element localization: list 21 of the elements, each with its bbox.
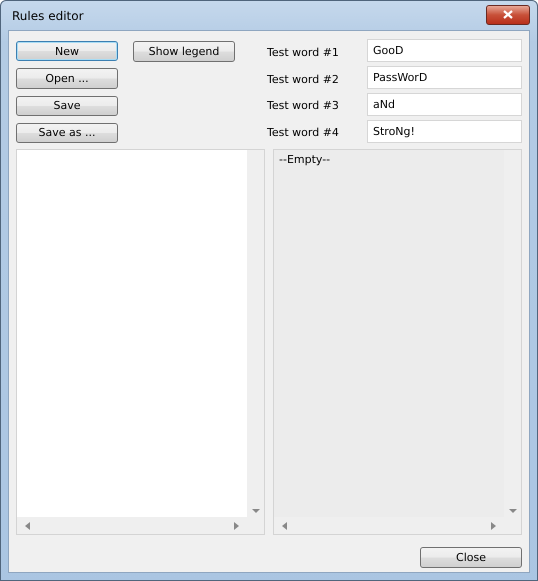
close-window-button[interactable] xyxy=(486,4,530,24)
show-legend-button[interactable]: Show legend xyxy=(133,41,235,62)
action-button[interactable]: Open ... xyxy=(16,68,118,88)
scroll-left-icon[interactable] xyxy=(25,522,30,530)
action-button[interactable]: Save xyxy=(16,96,118,116)
close-icon xyxy=(503,10,513,19)
empty-text: --Empty-- xyxy=(279,153,330,166)
input-field[interactable]: aNd xyxy=(367,92,522,116)
input-field[interactable]: StroNg! xyxy=(367,120,522,143)
field-label: Test word #1 xyxy=(267,44,340,59)
scroll-right-icon[interactable] xyxy=(234,522,239,530)
field-label: Test word #2 xyxy=(267,72,340,86)
action-button[interactable]: Save as ... xyxy=(16,122,118,143)
field-label: Test word #4 xyxy=(267,125,340,140)
input-field[interactable]: PassWorD xyxy=(367,66,522,90)
scroll-down-icon[interactable] xyxy=(252,509,260,513)
input-field[interactable]: GooD xyxy=(367,39,522,62)
close-button[interactable]: Close xyxy=(420,547,522,568)
action-button[interactable]: New xyxy=(16,41,118,62)
window-title: Rules editor xyxy=(11,8,84,22)
field-label: Test word #3 xyxy=(267,98,340,112)
